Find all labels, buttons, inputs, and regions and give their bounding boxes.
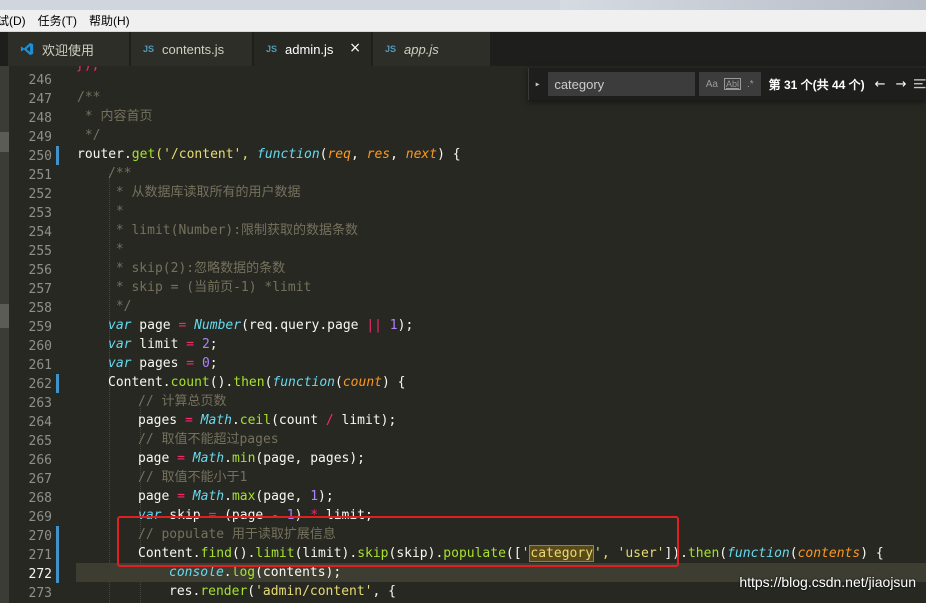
tab-welcome-label: 欢迎使用: [42, 42, 95, 58]
change-marker: [56, 146, 59, 165]
window-top-strip: [0, 0, 926, 10]
find-options: Aa Abl .*: [698, 72, 761, 96]
match-case-icon[interactable]: Aa: [706, 79, 718, 90]
close-icon[interactable]: ×: [349, 40, 361, 56]
tab-admin-js-label: admin.js: [285, 41, 334, 57]
tab-contents-js-label: contents.js: [162, 41, 225, 57]
window-top-shade: [560, 0, 926, 10]
side-panel-block: [0, 304, 9, 328]
js-file-icon: JS: [143, 44, 155, 54]
line-number: 256: [28, 263, 52, 278]
annotation-highlight-box: [117, 516, 679, 567]
line-number: 253: [28, 206, 52, 221]
line-number: 250: [28, 149, 52, 164]
line-number: 248: [28, 111, 52, 126]
js-file-icon: JS: [266, 44, 278, 54]
code-line-264: pages = Math.ceil(count / limit);: [138, 413, 397, 428]
match-count: 第 31 个(共 44 个): [768, 77, 865, 92]
code-line-273: res.render('admin/content', {: [169, 584, 396, 599]
line-number: 271: [28, 548, 52, 563]
find-query: category: [554, 76, 605, 92]
menu-help[interactable]: 帮助(H): [89, 12, 138, 29]
code-line-260: var limit = 2;: [108, 337, 218, 352]
line-number: 255: [28, 244, 52, 259]
code-line-259: var page = Number(req.query.page || 1);: [108, 318, 414, 333]
line-number: 261: [28, 358, 52, 373]
side-panel-strip: [0, 66, 9, 603]
next-match-icon[interactable]: →: [896, 77, 907, 92]
code-line-267: // 取值不能小于1: [138, 470, 248, 485]
line-number: 270: [28, 529, 52, 544]
code-line-263: // 计算总页数: [138, 394, 227, 409]
find-in-selection-icon[interactable]: [914, 79, 926, 89]
line-number: 251: [28, 168, 52, 183]
tab-contents-js[interactable]: JS contents.js: [131, 32, 253, 66]
line-number: 263: [28, 396, 52, 411]
code-line-255: *: [108, 242, 124, 257]
change-marker: [56, 526, 59, 583]
code-line-256: * skip(2):忽略数据的条数: [108, 261, 286, 276]
code-line-254: * limit(Number):限制获取的数据条数: [108, 223, 359, 238]
line-number: 266: [28, 453, 52, 468]
line-number: 252: [28, 187, 52, 202]
previous-match-icon[interactable]: ←: [875, 77, 886, 92]
code-line-247: /**: [77, 90, 101, 105]
line-number: 272: [28, 567, 52, 582]
line-number-gutter: 246 247 248 249 250 251 252 253 254 255 256 257 258 2…: [0, 66, 60, 603]
code-line-245: });: [76, 66, 99, 75]
line-number: 262: [28, 377, 52, 392]
line-number: 268: [28, 491, 52, 506]
line-number: 273: [28, 586, 52, 601]
line-number: 269: [28, 510, 52, 525]
whole-word-icon[interactable]: Abl: [723, 78, 741, 90]
line-number: 267: [28, 472, 52, 487]
code-line-268: page = Math.max(page, 1);: [138, 489, 334, 504]
menu-debug[interactable]: 试(D): [0, 12, 34, 29]
line-number: 258: [28, 301, 52, 316]
code-line-251: /**: [108, 166, 132, 181]
tab-app-js[interactable]: JS app.js: [373, 32, 491, 66]
code-line-266: page = Math.min(page, pages);: [138, 451, 365, 466]
code-line-261: var pages = 0;: [108, 356, 218, 371]
menu-tasks[interactable]: 任务(T): [38, 12, 85, 29]
code-line-249: */: [77, 128, 101, 143]
line-number: 260: [28, 339, 52, 354]
line-number: 249: [28, 130, 52, 145]
toggle-replace-icon[interactable]: ▸: [529, 79, 546, 90]
tab-app-js-label: app.js: [404, 41, 439, 57]
side-panel-block: [0, 132, 9, 152]
find-input[interactable]: category: [548, 72, 695, 96]
line-number: 259: [28, 320, 52, 335]
code-line-250: router.get('/content', function(req, res…: [77, 147, 461, 162]
line-number: 247: [28, 92, 52, 107]
line-number: 254: [28, 225, 52, 240]
change-marker: [56, 374, 59, 393]
vscode-logo-icon: [20, 42, 34, 56]
code-line-258: */: [108, 299, 132, 314]
line-number: 265: [28, 434, 52, 449]
find-widget: ▸ category Aa Abl .* 第 31 个(共 44 个) ← →: [528, 68, 926, 100]
code-line-257: * skip = (当前页-1) *limit: [108, 280, 312, 295]
tab-bar: 欢迎使用 JS contents.js JS admin.js × JS app…: [0, 32, 926, 66]
code-line-253: *: [108, 204, 124, 219]
code-line-262: Content.count().then(function(count) {: [108, 375, 406, 390]
code-line-248: * 内容首页: [77, 109, 153, 124]
regex-icon[interactable]: .*: [747, 79, 754, 90]
code-line-265: // 取值不能超过pages: [138, 432, 279, 447]
code-line-252: * 从数据库读取所有的用户数据: [108, 185, 301, 200]
menu-bar: 试(D) 任务(T) 帮助(H): [0, 10, 926, 32]
line-number: 264: [28, 415, 52, 430]
tab-welcome[interactable]: 欢迎使用: [8, 32, 130, 66]
line-number: 257: [28, 282, 52, 297]
tab-admin-js[interactable]: JS admin.js ×: [254, 32, 372, 66]
js-file-icon: JS: [385, 44, 397, 54]
line-number: 246: [28, 73, 52, 88]
watermark-url: https://blog.csdn.net/jiaojsun: [739, 574, 916, 590]
